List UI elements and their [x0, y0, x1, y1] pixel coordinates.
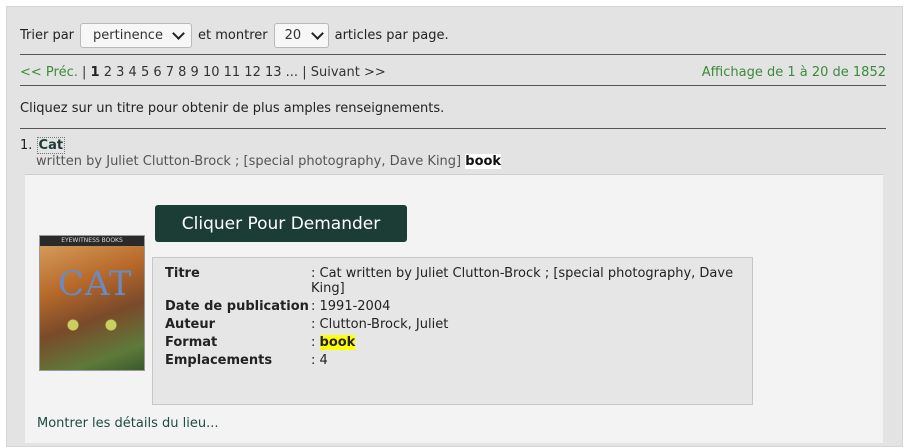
sort-select[interactable]: pertinence	[80, 23, 193, 48]
page-links[interactable]: 2 3 4 5 6 7 8 9 10 11 12 13 ...	[104, 65, 298, 80]
result-byline: written by Juliet Clutton-Brock ; [speci…	[36, 154, 502, 169]
cover-band: EYEWITNESS BOOKS	[40, 236, 144, 246]
info-value: : book	[311, 335, 740, 350]
chevron-down-icon	[172, 27, 185, 40]
result-index: 1.	[20, 138, 33, 153]
pager-separator: |	[302, 65, 307, 80]
format-separator: :	[311, 335, 320, 350]
current-page: 1	[90, 65, 100, 80]
result-title-link[interactable]: Cat	[36, 137, 66, 154]
result-heading: 1. Cat	[20, 137, 66, 154]
sort-prefix: Trier par	[20, 28, 75, 43]
pagination-links: << Préc. | 1 2 3 4 5 6 7 8 9 10 11 12 13…	[20, 65, 386, 80]
info-key: Emplacements	[165, 353, 273, 368]
info-key: Auteur	[165, 317, 216, 332]
page-size-select[interactable]: 20	[273, 23, 329, 48]
sort-middle: et montrer	[198, 28, 268, 43]
info-key: Date de publication	[165, 299, 309, 314]
divider	[20, 85, 886, 86]
next-link[interactable]: Suivant >>	[311, 65, 386, 80]
result-detail: EYEWITNESS BOOKS CAT Cliquer Pour Demand…	[25, 174, 883, 443]
request-button[interactable]: Cliquer Pour Demander	[155, 205, 407, 242]
format-highlight: book	[319, 335, 356, 350]
record-info-table: Titre : Cat written by Juliet Clutton-Br…	[152, 257, 753, 405]
info-row-author: Auteur : Clutton-Brock, Juliet	[165, 317, 740, 332]
info-row-locations: Emplacements : 4	[165, 353, 740, 368]
book-cover-image[interactable]: EYEWITNESS BOOKS CAT	[39, 235, 145, 371]
info-key: Format	[165, 335, 218, 350]
info-row-title: Titre : Cat written by Juliet Clutton-Br…	[165, 266, 740, 296]
info-value: : Cat written by Juliet Clutton-Brock ; …	[311, 266, 734, 296]
info-value: : Clutton-Brock, Juliet	[311, 317, 449, 332]
format-badge: book	[465, 154, 502, 169]
page-size-value: 20	[284, 28, 302, 43]
info-row-date: Date de publication : 1991-2004	[165, 299, 740, 314]
sort-suffix: articles par page.	[334, 28, 449, 43]
divider	[20, 128, 886, 129]
instructions: Cliquez sur un titre pour obtenir de plu…	[20, 101, 445, 116]
results-panel: Trier par pertinence et montrer 20 artic…	[6, 6, 903, 447]
info-key: Titre	[165, 266, 200, 281]
sort-bar: Trier par pertinence et montrer 20 artic…	[20, 23, 449, 48]
cover-title: CAT	[58, 264, 133, 304]
show-location-details-link[interactable]: Montrer les détails du lieu...	[37, 416, 218, 431]
prev-link[interactable]: << Préc.	[20, 65, 78, 80]
pager-separator: |	[82, 65, 87, 80]
info-row-format: Format : book	[165, 335, 740, 350]
info-value: : 4	[311, 353, 328, 368]
sort-select-value: pertinence	[93, 28, 163, 43]
results-summary: Affichage de 1 à 20 de 1852	[701, 65, 886, 80]
pagination: << Préc. | 1 2 3 4 5 6 7 8 9 10 11 12 13…	[20, 65, 886, 80]
byline-text: written by Juliet Clutton-Brock ; [speci…	[36, 154, 462, 169]
info-value: : 1991-2004	[311, 299, 391, 314]
tiger-eyes-graphic	[54, 314, 130, 336]
chevron-down-icon	[310, 27, 324, 40]
divider	[20, 54, 886, 55]
